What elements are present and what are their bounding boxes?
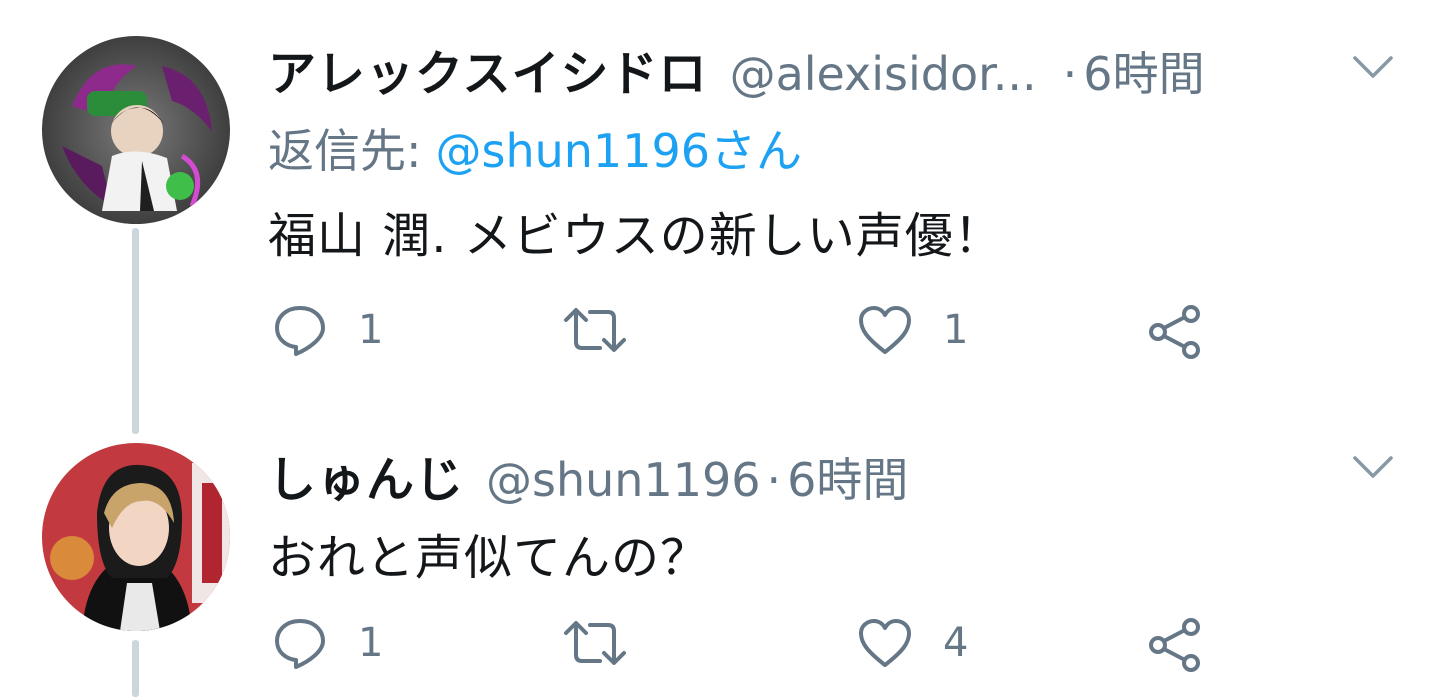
share-button[interactable] [1147,617,1203,673]
avatar[interactable] [42,36,230,224]
user-handle[interactable]: @shun1196 [486,453,761,507]
like-button[interactable]: 4 [857,617,968,669]
tweet-header: しゅんじ @shun1196 · 6時間 [268,440,908,510]
reply-button[interactable]: 1 [272,304,383,356]
user-handle[interactable]: @alexisidor... [730,47,1037,101]
share-button[interactable] [1147,304,1203,360]
reply-icon [275,619,325,669]
reply-button[interactable]: 1 [272,617,383,669]
reply-count: 1 [358,307,384,353]
retweet-icon [564,308,626,352]
separator-dot: · [1062,47,1078,101]
retweet-button[interactable] [562,617,658,669]
chevron-down-icon[interactable] [1351,52,1395,82]
avatar-image [42,36,230,224]
tweet-header: アレックスイシドロ @alexisidor... · 6時間 [268,34,1205,104]
display-name[interactable]: しゅんじ [268,440,464,510]
retweet-icon [564,621,626,665]
display-name[interactable]: アレックスイシドロ [268,34,708,104]
tweet-text: 福山 潤. メビウスの新しい声優！ [268,208,1003,264]
share-icon [1149,618,1200,672]
tweet-text: おれと声似てんの？ [268,530,710,586]
like-count: 1 [943,307,969,353]
like-button[interactable]: 1 [857,304,968,356]
timestamp[interactable]: 6時間 [1083,38,1204,104]
retweet-button[interactable] [562,304,658,356]
reply-to-line: 返信先: @shun1196さん [268,115,802,181]
reply-count: 1 [358,620,384,666]
reply-to-handle-link[interactable]: @shun1196さん [436,124,803,178]
reply-to-label: 返信先: [268,124,422,178]
like-icon [859,306,911,354]
share-icon [1149,305,1200,359]
separator-dot: · [766,453,782,507]
like-count: 4 [943,620,969,666]
avatar-image [42,443,230,631]
timestamp[interactable]: 6時間 [787,444,908,510]
thread-connector-line [132,640,139,697]
reply-icon [275,306,325,356]
thread-connector-line [132,228,139,434]
avatar[interactable] [42,443,230,631]
chevron-down-icon[interactable] [1351,452,1395,482]
like-icon [859,619,911,667]
